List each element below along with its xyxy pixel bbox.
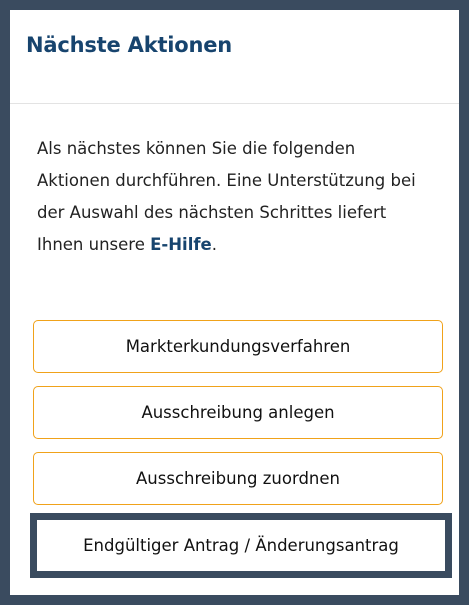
create-tender-button[interactable]: Ausschreibung anlegen xyxy=(33,386,443,439)
panel-title: Nächste Aktionen xyxy=(26,33,233,57)
assign-tender-button[interactable]: Ausschreibung zuordnen xyxy=(33,452,443,505)
panel-header xyxy=(10,10,459,104)
e-help-link[interactable]: E-Hilfe xyxy=(150,235,212,254)
intro-text-suffix: . xyxy=(211,235,217,254)
market-exploration-button[interactable]: Markterkundungsverfahren xyxy=(33,320,443,373)
final-application-button[interactable]: Endgültiger Antrag / Änderungsantrag xyxy=(30,513,452,578)
intro-text: Als nächstes können Sie die folgenden Ak… xyxy=(37,133,432,261)
intro-text-body: Als nächstes können Sie die folgenden Ak… xyxy=(37,139,416,254)
